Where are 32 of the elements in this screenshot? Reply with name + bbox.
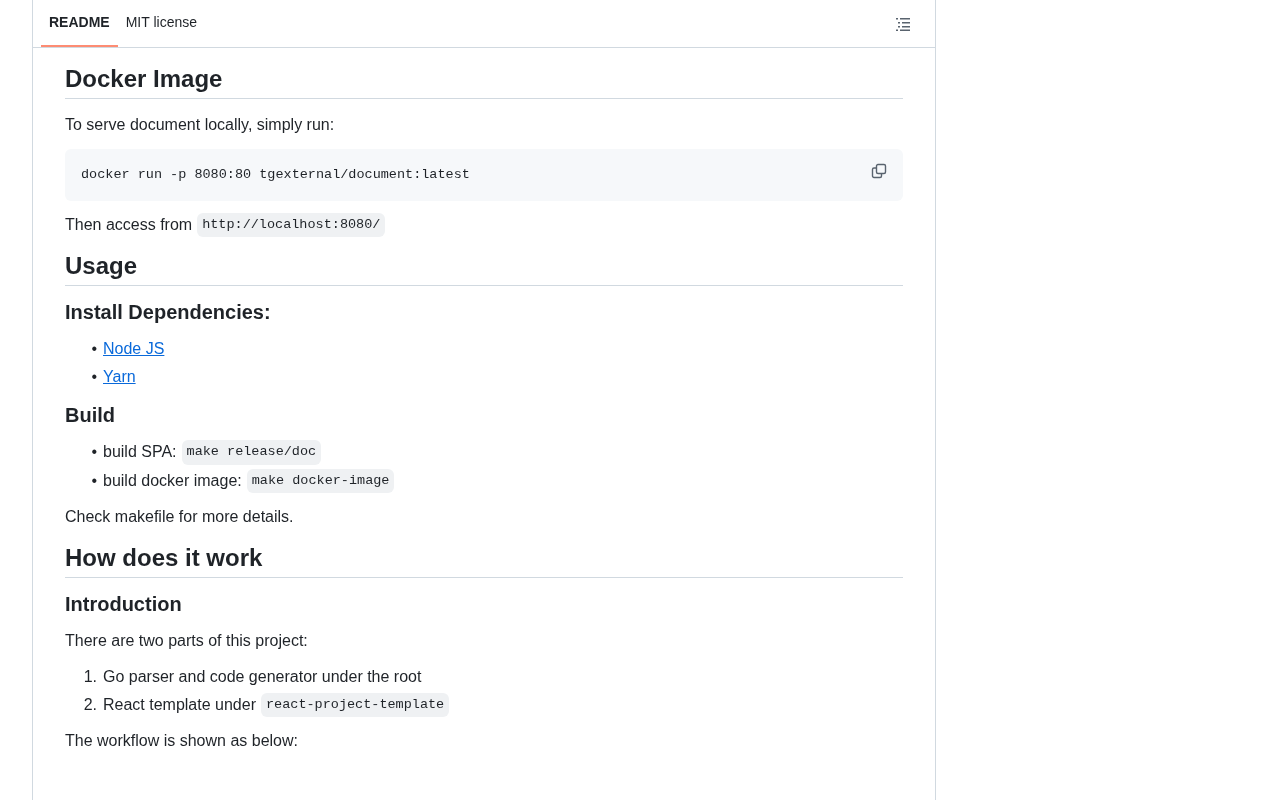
text: To serve document locally, simply run: — [65, 115, 335, 135]
section-heading: Docker Image — [65, 64, 224, 94]
text: build SPA: — [103, 442, 177, 463]
tab[interactable]: MIT license — [117, 0, 205, 47]
section-heading: Usage — [65, 251, 139, 282]
text: React template under — [103, 694, 256, 715]
text: There are two parts of this project: — [65, 630, 308, 651]
text: The workflow is shown as below: — [65, 731, 298, 751]
subsection-heading: Introduction — [65, 591, 183, 617]
text: build docker image: — [103, 470, 242, 491]
inline-code: react-project-template — [261, 692, 450, 717]
list-marker: 1. — [82, 666, 97, 687]
inline-code: http://localhost:8080/ — [197, 213, 386, 238]
inline-code: make release/doc — [181, 440, 322, 465]
link[interactable]: Node JS — [103, 337, 165, 362]
outline-list-icon[interactable] — [895, 15, 911, 32]
list-marker: • — [90, 367, 97, 388]
section-heading: How does it work — [65, 542, 264, 573]
text: Then access from — [65, 215, 193, 236]
code-text: docker run -p 8080:80 tgexternal/document:latest — [81, 165, 470, 184]
copy-icon[interactable] — [871, 163, 887, 179]
list-marker: • — [90, 339, 97, 360]
list-marker: • — [90, 470, 97, 491]
subsection-heading: Build — [65, 403, 116, 429]
list-marker: • — [90, 442, 97, 463]
text: Go parser and code generator under the root — [103, 666, 422, 687]
tab[interactable]: README — [41, 0, 118, 47]
link[interactable]: Yarn — [103, 365, 136, 390]
text: Check makefile for more details. — [65, 506, 294, 527]
subsection-heading: Install Dependencies: — [65, 300, 272, 326]
inline-code: make docker-image — [246, 468, 395, 493]
list-marker: 2. — [82, 694, 97, 715]
